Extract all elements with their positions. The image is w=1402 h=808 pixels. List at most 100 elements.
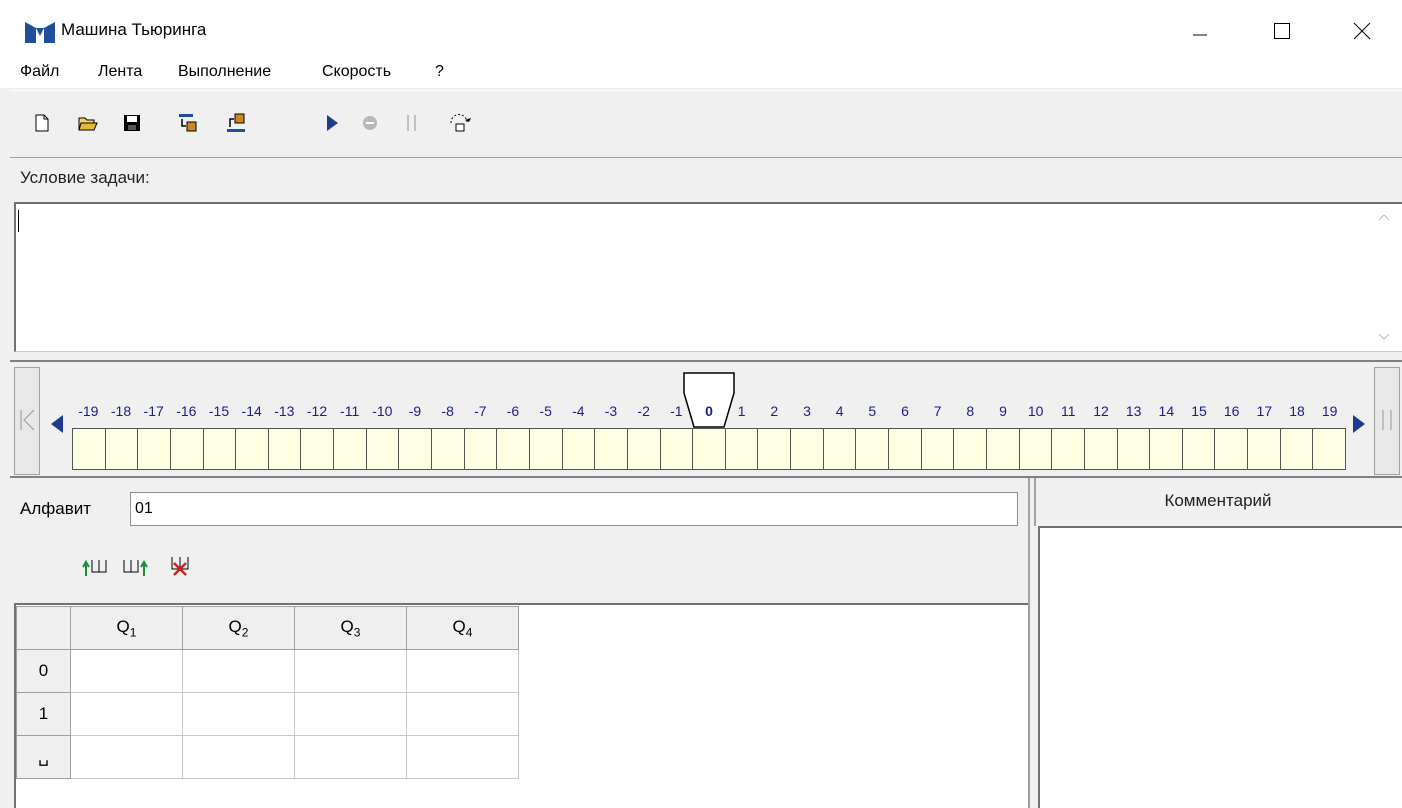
tape-load-icon[interactable] (178, 113, 198, 133)
tape-cell[interactable] (1215, 429, 1249, 469)
menu-file[interactable]: Файл (20, 63, 59, 81)
tape-cell[interactable] (824, 429, 857, 469)
state-header-1[interactable]: Q1 (70, 606, 183, 650)
close-button[interactable] (1330, 6, 1394, 56)
table-cell[interactable] (70, 735, 183, 779)
tape-cell[interactable] (987, 429, 1020, 469)
tape-cell[interactable] (399, 429, 433, 469)
insert-column-left-icon[interactable] (82, 556, 110, 578)
scroll-down-icon[interactable] (1378, 332, 1390, 342)
menu-speed[interactable]: Скорость (322, 63, 391, 81)
tape-cell[interactable] (922, 429, 955, 469)
scroll-up-icon[interactable] (1378, 212, 1390, 222)
tape-cell[interactable] (758, 429, 792, 469)
symbol-header[interactable]: 0 (16, 649, 71, 693)
tape-cell[interactable] (954, 429, 987, 469)
tape-cell[interactable] (465, 429, 498, 469)
tape-cell[interactable] (1052, 429, 1085, 469)
table-cell[interactable] (294, 692, 407, 736)
tape-tick-label: 7 (933, 403, 942, 419)
tape-save-icon[interactable] (226, 113, 246, 133)
state-header-4[interactable]: Q4 (406, 606, 519, 650)
tape-cell[interactable] (856, 429, 890, 469)
tape-cell[interactable] (301, 429, 335, 469)
tape-left-arrow-icon[interactable] (48, 414, 66, 434)
delete-column-icon[interactable] (168, 553, 196, 577)
tape-tick-label: -8 (441, 403, 454, 419)
task-text-area[interactable] (14, 202, 1402, 352)
symbol-header[interactable]: 1 (16, 692, 71, 736)
state-index: 2 (241, 625, 249, 640)
save-icon[interactable] (122, 113, 142, 133)
tape-cell[interactable] (628, 429, 661, 469)
tape-cells[interactable] (72, 428, 1346, 470)
insert-column-right-icon[interactable] (122, 556, 150, 578)
tape-head-icon[interactable] (682, 371, 736, 431)
tape-cell[interactable] (497, 429, 530, 469)
tape-cell[interactable] (726, 429, 759, 469)
minimize-button[interactable] (1168, 6, 1232, 56)
alphabet-input[interactable] (130, 492, 1018, 526)
tape-cell[interactable] (1248, 429, 1281, 469)
tape-tick-label: -19 (78, 403, 99, 419)
tape-cell[interactable] (563, 429, 596, 469)
tape-cell[interactable] (269, 429, 302, 469)
tape-cell[interactable] (1085, 429, 1118, 469)
tape-cell[interactable] (1281, 429, 1314, 469)
table-cell[interactable] (406, 649, 519, 693)
tape-cell[interactable] (171, 429, 204, 469)
state-header-2[interactable]: Q2 (182, 606, 295, 650)
menu-help[interactable]: ? (435, 63, 444, 81)
tape-cell[interactable] (1150, 429, 1183, 469)
symbol-header[interactable]: ␣ (16, 735, 71, 779)
table-cell[interactable] (406, 692, 519, 736)
table-cell[interactable] (294, 649, 407, 693)
tape-cell[interactable] (204, 429, 237, 469)
pause-icon[interactable] (402, 113, 422, 133)
tape-cell[interactable] (106, 429, 139, 469)
tape-cell[interactable] (791, 429, 824, 469)
stop-icon[interactable] (360, 113, 380, 133)
tape-tick-label: 6 (901, 403, 909, 419)
state-header-3[interactable]: Q3 (294, 606, 407, 650)
table-cell[interactable] (70, 649, 183, 693)
tape-right-arrow-icon[interactable] (1350, 414, 1368, 434)
alphabet-label: Алфавит (20, 499, 92, 518)
tape-cell[interactable] (367, 429, 400, 469)
tape-cell[interactable] (1118, 429, 1151, 469)
tape-cell[interactable] (432, 429, 465, 469)
tape-cell[interactable] (73, 429, 106, 469)
tape-cell[interactable] (530, 429, 563, 469)
tape-cell[interactable] (693, 429, 726, 469)
menu-run[interactable]: Выполнение (178, 63, 271, 81)
tape-end-button[interactable] (1374, 367, 1400, 475)
tape-cell[interactable] (661, 429, 694, 469)
panel-splitter[interactable] (1028, 478, 1030, 808)
table-cell[interactable] (182, 692, 295, 736)
new-file-icon[interactable] (32, 113, 52, 133)
table-cell[interactable] (182, 735, 295, 779)
tape-tick-label: 13 (1125, 403, 1142, 419)
tape-cell[interactable] (138, 429, 171, 469)
tape-cell[interactable] (236, 429, 269, 469)
tape-tick-label: 15 (1191, 403, 1207, 419)
tape-cell[interactable] (334, 429, 367, 469)
tape-tick-label: 11 (1061, 403, 1076, 419)
menu-tape[interactable]: Лента (98, 63, 142, 81)
tape-start-button[interactable] (14, 367, 40, 475)
table-cell[interactable] (182, 649, 295, 693)
step-icon[interactable] (448, 113, 476, 133)
table-cell[interactable] (406, 735, 519, 779)
tape-cell[interactable] (1313, 429, 1345, 469)
table-cell[interactable] (70, 692, 183, 736)
state-name: Q (116, 616, 130, 636)
table-cell[interactable] (294, 735, 407, 779)
tape-cell[interactable] (1183, 429, 1216, 469)
tape-cell[interactable] (595, 429, 628, 469)
tape-cell[interactable] (1020, 429, 1053, 469)
comment-text-area[interactable] (1038, 526, 1402, 808)
run-icon[interactable] (322, 113, 342, 133)
tape-cell[interactable] (889, 429, 922, 469)
maximize-button[interactable] (1250, 6, 1314, 56)
open-folder-icon[interactable] (78, 113, 98, 133)
